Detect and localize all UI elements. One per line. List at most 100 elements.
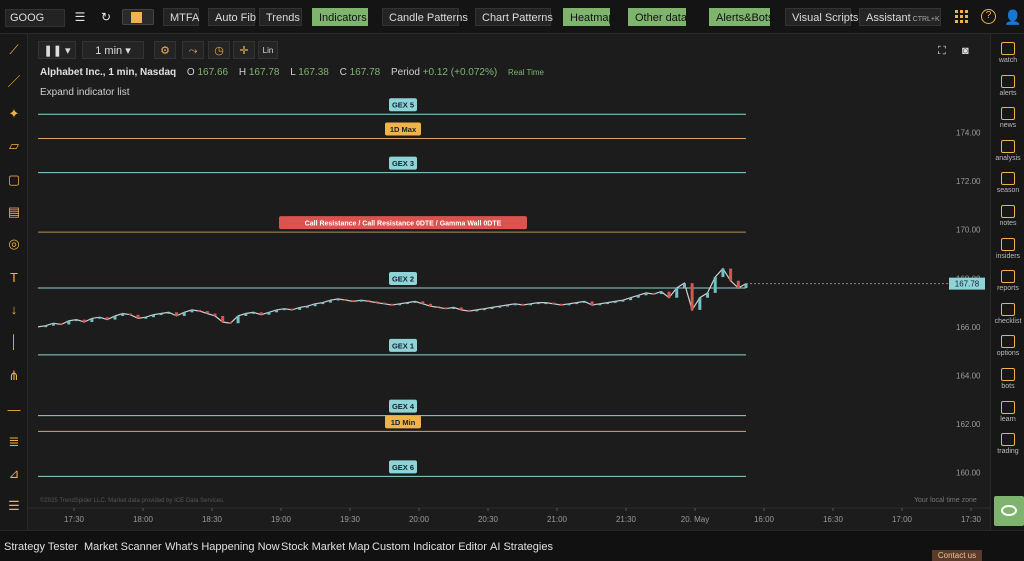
bottom-link-custom-indicator-editor[interactable]: Custom Indicator Editor — [372, 541, 487, 553]
help-icon[interactable]: ? — [981, 9, 996, 24]
candle — [128, 313, 132, 316]
camera-icon[interactable]: ◙ — [962, 45, 969, 57]
right-sidebar: watch alerts news analysis season notes inside… — [990, 34, 1024, 530]
candle — [498, 306, 502, 308]
toolbar-button-visual-scripts[interactable]: Visual Scripts — [785, 8, 858, 26]
candle — [313, 303, 317, 307]
toolbar-button-label: Trends — [266, 12, 300, 24]
bottom-link-strategy-tester[interactable]: Strategy Tester — [4, 541, 78, 553]
toolbar-button-indicators[interactable]: Indicators — [312, 8, 368, 26]
level-label: GEX 4 — [392, 402, 415, 411]
level-label-box — [385, 415, 421, 429]
sidebar-item-bots[interactable]: bots — [991, 368, 1024, 390]
toolbar-button-trends[interactable]: Trends — [259, 8, 302, 26]
candle — [629, 297, 633, 301]
expand-indicator-list[interactable]: Expand indicator list — [40, 87, 130, 98]
toolbar-button-candle-patterns[interactable]: Candle Patterns — [382, 8, 468, 26]
sidebar-item-reports[interactable]: reports — [991, 270, 1024, 292]
vertical-line-icon[interactable]: │ — [4, 332, 24, 352]
color-toggle[interactable] — [122, 9, 154, 25]
candle — [175, 312, 179, 316]
sidebar-item-trading[interactable]: trading — [991, 433, 1024, 455]
magic-wand-icon[interactable]: ✦ — [4, 104, 24, 124]
toolbar-button-other-data[interactable]: Other data — [628, 8, 687, 26]
sidebar-item-alerts[interactable]: alerts — [991, 74, 1024, 97]
circle-icon[interactable]: ◎ — [4, 234, 24, 254]
open-label: O — [186, 67, 195, 78]
chart-panel[interactable]: ❚❚ ▾ 1 min ▾ ⚙ ⤳ ◷ ✛ Lin ⛶ ◙ Alphabet In… — [28, 34, 990, 530]
channel-icon[interactable]: ▱ — [4, 136, 24, 156]
interval-value: 1 min — [95, 45, 123, 57]
symbol-list-icon[interactable]: ☰ — [72, 9, 88, 25]
symbol-input[interactable]: GOOG — [5, 9, 65, 27]
sidebar-item-season[interactable]: season — [991, 172, 1024, 194]
x-tick-label: 16:30 — [823, 515, 844, 524]
candle — [259, 312, 263, 315]
compare-icon[interactable]: ⤳ — [182, 41, 204, 59]
candle — [298, 307, 302, 310]
level-label-box — [389, 338, 417, 352]
x-tick-label: 17:00 — [892, 515, 913, 524]
settings-icon[interactable]: ⚙ — [154, 41, 176, 59]
timezone-label[interactable]: Your local time zone — [914, 497, 977, 504]
options-icon — [1001, 335, 1015, 349]
y-tick-label: 164.00 — [956, 371, 981, 380]
candle — [398, 303, 402, 306]
pause-button[interactable]: ❚❚ ▾ — [38, 41, 76, 59]
scale-toggle[interactable]: Lin — [258, 41, 278, 59]
crosshair-icon[interactable]: ✛ — [233, 41, 255, 59]
y-tick-label: 168.00 — [956, 274, 981, 283]
gann-icon[interactable]: ⊿ — [4, 464, 24, 484]
rectangle-icon[interactable]: ▢ — [4, 170, 24, 190]
candle — [582, 301, 586, 303]
candle — [536, 302, 540, 305]
candle — [205, 311, 209, 314]
toolbar-button-mtfa[interactable]: MTFA — [163, 8, 199, 26]
pitchfork-icon[interactable]: ⋔ — [4, 366, 24, 386]
fib-icon[interactable]: ▤ — [4, 202, 24, 222]
fullscreen-icon[interactable]: ⛶ — [938, 45, 946, 58]
toolbar-button-chart-patterns[interactable]: Chart Patterns — [475, 8, 553, 26]
clock-icon[interactable]: ◷ — [208, 41, 230, 59]
x-tick-label: 20. May — [681, 515, 709, 524]
bottom-link-what-s-happening-now[interactable]: What's Happening Now — [165, 541, 280, 553]
sidebar-item-insiders[interactable]: insiders — [991, 237, 1024, 260]
toolbar-button-heatmap[interactable]: Heatmap — [563, 8, 615, 26]
candle — [659, 291, 663, 295]
toolbar-button-alerts-bots[interactable]: Alerts&Bots — [709, 8, 773, 26]
candle — [675, 288, 679, 298]
level-label: 1D Min — [391, 418, 416, 427]
menu-icon[interactable]: ☰ — [4, 496, 24, 516]
interval-select[interactable]: 1 min ▾ — [82, 41, 144, 59]
bottom-link-ai-strategies[interactable]: AI Strategies — [490, 541, 553, 553]
checklist-icon — [1001, 302, 1015, 316]
refresh-icon[interactable]: ↻ — [98, 9, 114, 25]
reports-icon — [1001, 270, 1015, 284]
candle — [613, 301, 617, 303]
last-price-label: 167.78 — [955, 280, 980, 289]
sidebar-item-checklist[interactable]: checklist — [991, 302, 1024, 325]
visibility-eye-icon[interactable] — [994, 496, 1024, 526]
sidebar-item-notes[interactable]: notes — [991, 205, 1024, 227]
horizontal-line-icon[interactable]: — — [4, 400, 24, 420]
apps-grid-icon[interactable] — [955, 10, 969, 24]
toolbar-button-auto-fib[interactable]: Auto Fib — [208, 8, 256, 26]
sidebar-item-news[interactable]: news — [991, 107, 1024, 129]
toolbar-button-label: MTFA — [170, 12, 200, 24]
text-icon[interactable]: T — [4, 268, 24, 288]
trendline-icon[interactable]: ⟋ — [4, 40, 24, 60]
ray-icon[interactable]: ／ — [4, 72, 24, 92]
sidebar-item-watch[interactable]: watch — [991, 42, 1024, 64]
fib-levels-icon[interactable]: ≣ — [4, 432, 24, 452]
arrow-down-icon[interactable]: ↓ — [4, 300, 24, 320]
sidebar-item-analysis[interactable]: analysis — [991, 139, 1024, 162]
candle — [436, 306, 440, 308]
sidebar-item-options[interactable]: options — [991, 335, 1024, 357]
bottom-link-market-scanner[interactable]: Market Scanner — [84, 541, 162, 553]
toolbar-button-assistant[interactable]: Assistant CTRL+K — [859, 8, 941, 26]
sidebar-item-learn[interactable]: learn — [991, 400, 1024, 423]
bottom-link-stock-market-map[interactable]: Stock Market Map — [281, 541, 370, 553]
contact-button[interactable]: Contact us — [932, 550, 982, 561]
user-icon[interactable]: 👤 — [1004, 9, 1021, 25]
price-chart[interactable]: 160.00 162.00 164.00 166.00 168.00 170.00 172.… — [28, 34, 990, 530]
